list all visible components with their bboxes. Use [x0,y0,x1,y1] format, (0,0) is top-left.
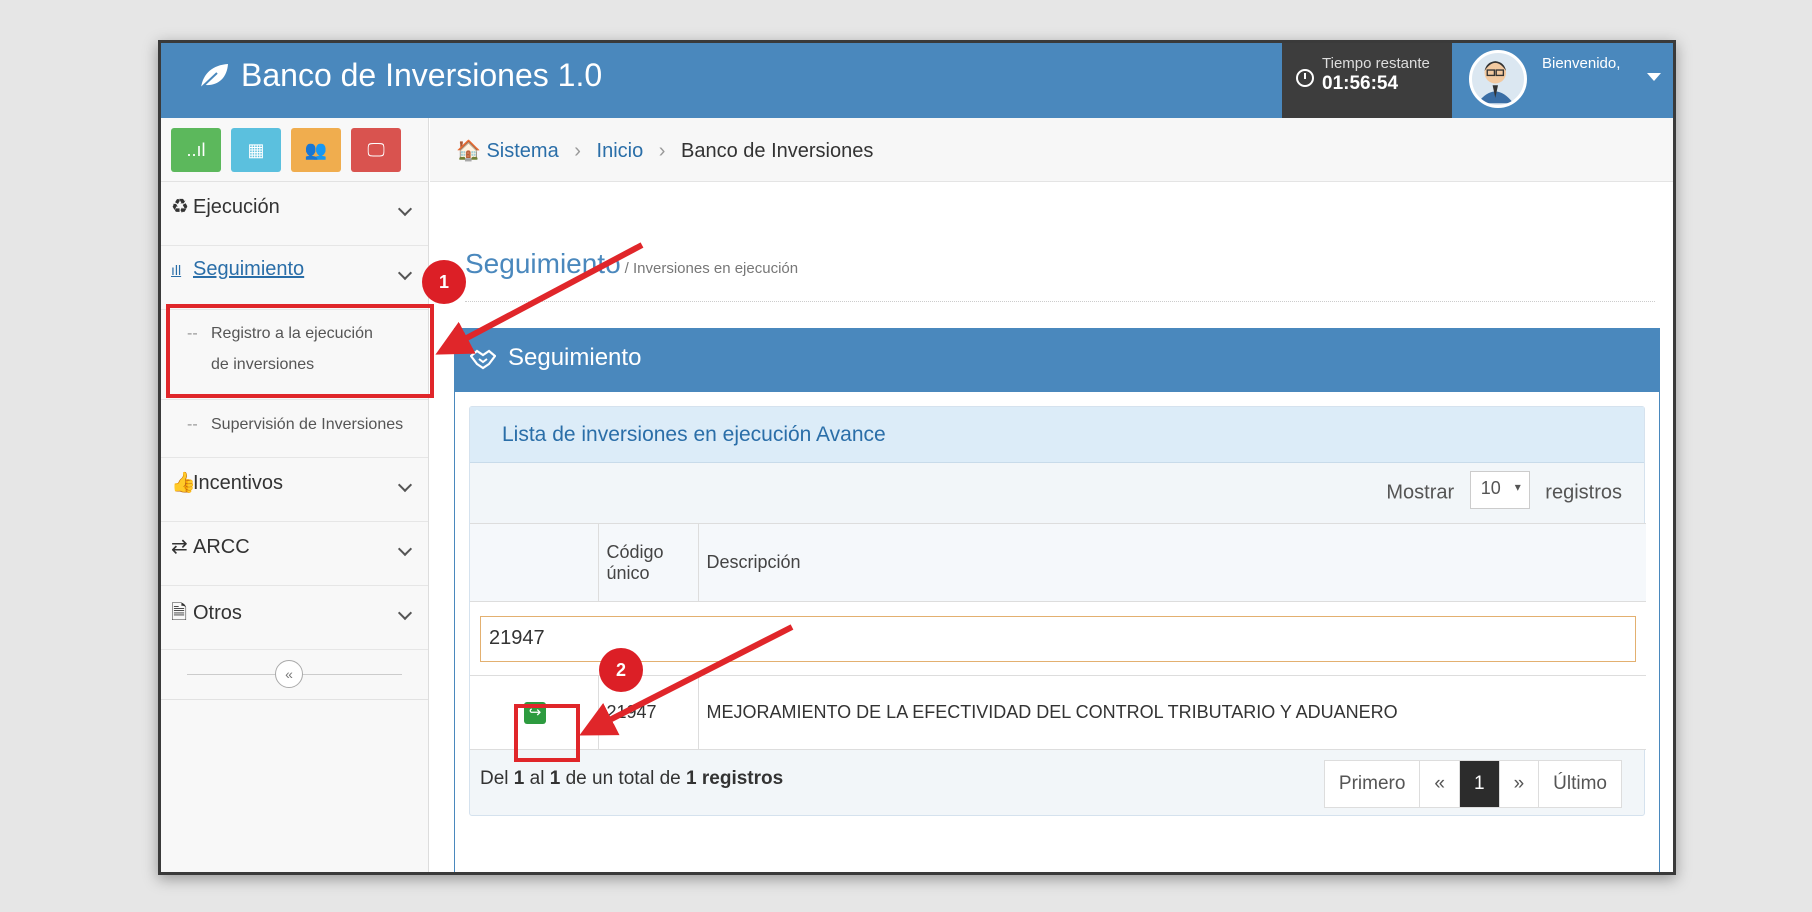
collapse-sidebar-button[interactable]: « [275,660,303,688]
highlight-registro [166,304,434,398]
table-footer: Del 1 al 1 de un total de 1 registros Pr… [470,750,1644,820]
user-menu[interactable]: Bienvenido, [1452,43,1673,118]
thumbs-up-icon: 👍 [171,472,196,494]
chevron-down-icon [397,605,413,621]
records-label: registros [1545,481,1622,504]
codigo-filter-input[interactable] [480,615,1636,662]
breadcrumb-current: Banco de Inversiones [681,140,874,162]
recycle-icon: ♻ [171,196,189,218]
panel-body: Lista de inversiones en ejecución Avance… [454,392,1660,872]
sidebar-item-label: Ejecución [193,196,280,218]
records-info: Del 1 al 1 de un total de 1 registros [480,768,784,789]
panel-title: Seguimiento [508,344,642,371]
step-badge-1: 1 [422,260,466,304]
breadcrumb: 🏠 Sistema › Inicio › Banco de Inversione… [430,118,1673,182]
sidebar-item-otros[interactable]: 🗎 Otros [161,586,428,650]
chevron-down-icon [397,541,413,557]
sidebar-item-label: ARCC [193,536,250,558]
calendar-icon: ▦ [247,139,265,160]
pager-prev-button[interactable]: « [1420,761,1460,807]
shortcut-stats-button[interactable]: ..ıl [171,128,221,172]
user-avatar-icon [1477,61,1514,104]
users-icon: 👥 [304,139,328,160]
bar-chart-icon: ..ıl [186,139,206,160]
sidebar-collapse: « [161,650,428,700]
step-badge-2: 2 [599,648,643,692]
brand[interactable]: Banco de Inversiones 1.0 [197,57,602,94]
clock-icon [1296,69,1314,87]
shortcut-monitor-button[interactable]: 🖵 [351,128,401,172]
shortcut-users-button[interactable]: 👥 [291,128,341,172]
welcome-text: Bienvenido, [1542,55,1621,72]
pagination: Primero « 1 » Último [1323,760,1622,808]
divider [465,301,1655,302]
page-subtitle: / Inversiones en ejecución [624,260,799,277]
home-icon: 🏠 [456,140,481,162]
sidebar-item-label: Seguimiento [193,258,305,280]
caret-down-icon[interactable] [1647,73,1661,81]
leaf-icon [200,63,228,89]
breadcrumb-sistema[interactable]: Sistema [486,140,558,162]
cell-descripcion: MEJORAMIENTO DE LA EFECTIVIDAD DEL CONTR… [697,675,1646,750]
shortcut-bar: ..ıl ▦ 👥 🖵 [161,118,428,182]
pager-last-button[interactable]: Último [1539,761,1621,807]
app-window: Banco de Inversiones 1.0 Tiempo restante… [158,40,1676,875]
column-header-codigo[interactable]: Código único [597,523,698,602]
session-timer: Tiempo restante 01:56:54 [1282,43,1452,118]
chevron-down-icon [397,265,413,281]
sidebar-subitem-supervision[interactable]: Supervisión de Inversiones [161,400,428,458]
show-label: Mostrar [1386,481,1455,504]
breadcrumb-inicio[interactable]: Inicio [597,140,644,162]
handshake-icon [470,349,496,370]
sidebar-item-arcc[interactable]: ⇄ ARCC [161,522,428,586]
column-header-actions [470,523,598,602]
monitor-icon: 🖵 [367,139,385,160]
top-bar: Banco de Inversiones 1.0 Tiempo restante… [161,43,1673,118]
table-header-row: Código único Descripción [470,523,1646,602]
pager-current-page[interactable]: 1 [1460,761,1500,807]
page-size-select[interactable]: 10 [1469,471,1530,509]
list-title: Lista de inversiones en ejecución Avance [470,407,1644,463]
shortcut-calendar-button[interactable]: ▦ [231,128,281,172]
highlight-action-button [514,704,580,762]
timer-value: 01:56:54 [1322,73,1399,94]
sidebar-item-seguimiento[interactable]: ıll Seguimiento [161,246,428,310]
page-size-control: Mostrar 10 registros [470,463,1644,523]
sidebar-item-label: Otros [193,602,242,624]
column-header-descripcion[interactable]: Descripción [697,523,1646,602]
filter-row [470,601,1646,676]
retweet-icon: ⇄ [171,536,188,558]
sidebar-item-ejecucion[interactable]: ♻ Ejecución [161,182,428,246]
sidebar-item-label: Incentivos [193,472,284,494]
sidebar-subitem-label: Supervisión de Inversiones [211,416,404,433]
page-title: Seguimiento / Inversiones en ejecución [465,248,799,279]
pager-next-button[interactable]: » [1500,761,1540,807]
bar-chart-icon: ıll [171,262,182,278]
sidebar: ..ıl ▦ 👥 🖵 ♻Ejecución ıllSeguimiento Reg… [161,118,429,872]
pager-first-button[interactable]: Primero [1325,761,1421,807]
sidebar-item-incentivos[interactable]: 👍Incentivos [161,458,428,522]
file-icon: 🗎 [171,602,188,624]
chevron-down-icon [397,477,413,493]
investment-list-box: Lista de inversiones en ejecución Avance… [469,406,1646,816]
panel-header: Seguimiento [454,328,1660,392]
chevron-down-icon [397,201,413,217]
app-title: Banco de Inversiones 1.0 [241,57,603,93]
table-row: ↪ 21947 MEJORAMIENTO DE LA EFECTIVIDAD D… [470,675,1646,750]
avatar[interactable] [1469,50,1527,108]
timer-label: Tiempo restante [1322,55,1430,72]
investments-table: Código único Descripción ↪ 21947 MEJORAM… [470,523,1646,750]
